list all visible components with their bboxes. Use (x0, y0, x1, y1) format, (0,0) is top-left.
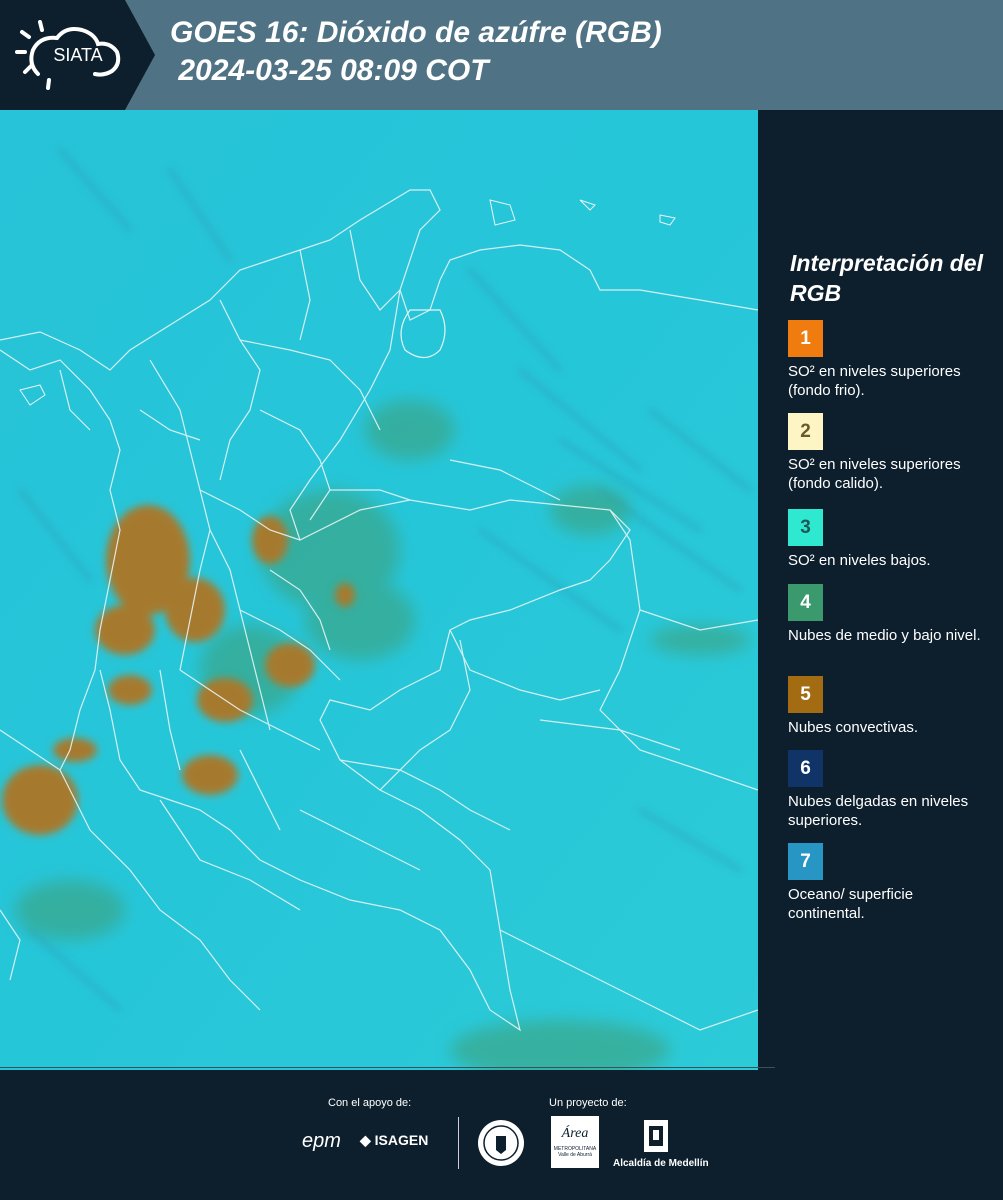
goes-rgb-image (0, 110, 758, 1070)
epm-logo: epm (302, 1130, 341, 1152)
siata-logo: SIATA (0, 0, 155, 110)
title-line-2: 2024-03-25 08:09 COT (170, 54, 489, 87)
legend-description: SO² en niveles bajos. (788, 552, 931, 569)
alcaldia-label: Alcaldía de Medellín (613, 1158, 709, 1169)
legend-swatch: 2 (788, 413, 823, 450)
alcaldia-coat-of-arms-icon (644, 1120, 668, 1152)
legend-description: Oceano/ superficie continental. (788, 886, 914, 922)
area-metro-sub2: Valle de Aburrá (558, 1152, 592, 1158)
support-label: Con el apoyo de: (328, 1097, 412, 1109)
legend-item: 4 Nubes de medio y bajo nivel. (788, 584, 988, 645)
title-line-1: GOES 16: Dióxido de azúfre (RGB) (170, 16, 662, 49)
legend-swatch: 6 (788, 750, 823, 787)
page-title: GOES 16: Dióxido de azúfre (RGB) 2024-03… (170, 14, 662, 90)
logo-text: SIATA (53, 45, 102, 65)
area-metropolitana-logo: Área METROPOLITANA Valle de Aburrá (551, 1116, 599, 1168)
legend-description: SO² en niveles superiores (fondo frio). (788, 363, 961, 399)
legend-description: SO² en niveles superiores (fondo calido)… (788, 456, 961, 492)
legend-item: 6 Nubes delgadas en niveles superiores. (788, 750, 988, 830)
legend-item: 5 Nubes convectivas. (788, 676, 988, 737)
legend-swatch: 7 (788, 843, 823, 880)
legend-swatch: 4 (788, 584, 823, 621)
legend-swatch: 5 (788, 676, 823, 713)
footer-divider (458, 1117, 459, 1169)
area-metro-label: Área (561, 1126, 589, 1141)
legend-item: 2 SO² en niveles superiores (fondo calido… (788, 413, 988, 493)
legend-description: Nubes delgadas en niveles superiores. (788, 793, 969, 829)
legend-title: Interpretación del RGB (790, 250, 983, 306)
legend-item: 1 SO² en niveles superiores (fondo frio). (788, 320, 988, 400)
isagen-icon: ◆ (360, 1132, 371, 1148)
legend-description: Nubes convectivas. (788, 719, 919, 736)
legend-swatch: 3 (788, 509, 823, 546)
legend-item: 3 SO² en niveles bajos. (788, 509, 988, 570)
legend-panel: Interpretación del RGB 1 SO² en niveles s… (758, 110, 1003, 1070)
satellite-map (0, 110, 758, 1070)
footer: Con el apoyo de: Un proyecto de: epm ◆ I… (0, 1067, 1003, 1200)
legend-swatch: 1 (788, 320, 823, 357)
project-label: Un proyecto de: (549, 1097, 627, 1109)
medellin-seal-icon (478, 1120, 524, 1166)
header-bar: SIATA GOES 16: Dióxido de azúfre (RGB) 2… (0, 0, 1003, 110)
isagen-label: ISAGEN (374, 1132, 429, 1148)
legend-description: Nubes de medio y bajo nivel. (788, 627, 981, 644)
isagen-logo: ◆ ISAGEN (360, 1132, 428, 1149)
legend-item: 7 Oceano/ superficie continental. (788, 843, 988, 923)
